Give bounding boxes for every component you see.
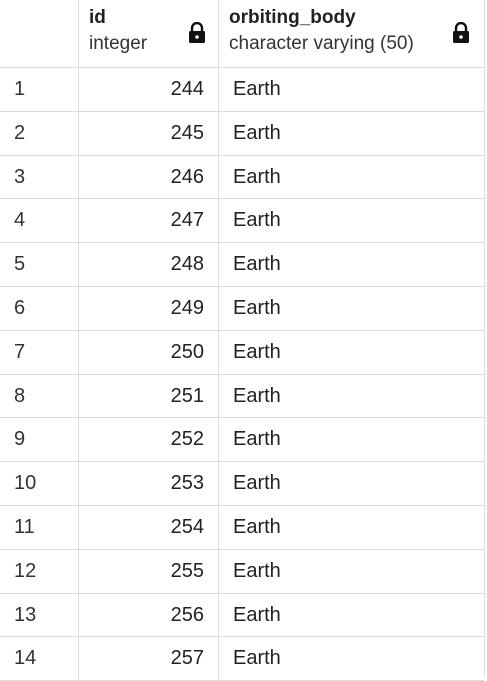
- row-number[interactable]: 12: [0, 549, 79, 593]
- table-row[interactable]: 7 250 Earth: [0, 330, 484, 375]
- cell-id[interactable]: 254: [79, 505, 219, 549]
- cell-orbiting-body[interactable]: Earth: [219, 462, 484, 505]
- table-row[interactable]: 1 244 Earth: [0, 68, 484, 112]
- row-number[interactable]: 5: [0, 243, 79, 286]
- column-name: orbiting_body: [229, 7, 356, 28]
- table-row[interactable]: 10 253 Earth: [0, 462, 484, 506]
- cell-orbiting-body[interactable]: Earth: [219, 375, 484, 418]
- cell-id[interactable]: 251: [79, 374, 219, 418]
- row-number[interactable]: 14: [0, 637, 79, 681]
- row-number[interactable]: 2: [0, 111, 79, 155]
- row-number[interactable]: 10: [0, 462, 79, 505]
- grid-header: id integer orbiting_body character varyi…: [0, 0, 484, 68]
- table-row[interactable]: 11 254 Earth: [0, 505, 484, 550]
- cell-id[interactable]: 246: [79, 155, 219, 199]
- row-number[interactable]: 9: [0, 418, 79, 462]
- row-number[interactable]: 6: [0, 286, 79, 330]
- cell-orbiting-body[interactable]: Earth: [219, 637, 484, 680]
- cell-orbiting-body[interactable]: Earth: [219, 418, 484, 461]
- cell-orbiting-body[interactable]: Earth: [219, 331, 484, 374]
- cell-id[interactable]: 248: [79, 243, 219, 286]
- grid-body: 1 244 Earth 2 245 Earth 3 246 Earth 4 24…: [0, 68, 484, 681]
- table-row[interactable]: 6 249 Earth: [0, 286, 484, 331]
- cell-id[interactable]: 247: [79, 199, 219, 243]
- cell-orbiting-body[interactable]: Earth: [219, 243, 484, 286]
- row-number[interactable]: 4: [0, 199, 79, 243]
- row-number[interactable]: 11: [0, 505, 79, 549]
- row-number-header[interactable]: [0, 0, 79, 67]
- lock-icon: [189, 22, 205, 43]
- cell-id[interactable]: 250: [79, 330, 219, 374]
- row-number[interactable]: 7: [0, 330, 79, 374]
- lock-icon: [453, 22, 469, 43]
- cell-id[interactable]: 245: [79, 111, 219, 155]
- cell-id[interactable]: 257: [79, 637, 219, 681]
- cell-orbiting-body[interactable]: Earth: [219, 156, 484, 199]
- table-row[interactable]: 14 257 Earth: [0, 637, 484, 681]
- cell-id[interactable]: 244: [79, 68, 219, 111]
- cell-orbiting-body[interactable]: Earth: [219, 68, 484, 111]
- cell-id[interactable]: 249: [79, 286, 219, 330]
- cell-orbiting-body[interactable]: Earth: [219, 506, 484, 549]
- table-row[interactable]: 2 245 Earth: [0, 111, 484, 156]
- cell-orbiting-body[interactable]: Earth: [219, 112, 484, 155]
- cell-orbiting-body[interactable]: Earth: [219, 594, 484, 637]
- cell-id[interactable]: 253: [79, 462, 219, 505]
- cell-orbiting-body[interactable]: Earth: [219, 550, 484, 593]
- row-number[interactable]: 8: [0, 374, 79, 418]
- table-row[interactable]: 13 256 Earth: [0, 593, 484, 638]
- cell-orbiting-body[interactable]: Earth: [219, 287, 484, 330]
- cell-orbiting-body[interactable]: Earth: [219, 199, 484, 242]
- cell-id[interactable]: 256: [79, 593, 219, 637]
- table-row[interactable]: 9 252 Earth: [0, 418, 484, 463]
- cell-id[interactable]: 255: [79, 549, 219, 593]
- table-row[interactable]: 3 246 Earth: [0, 155, 484, 200]
- table-row[interactable]: 8 251 Earth: [0, 374, 484, 419]
- column-type: character varying (50): [229, 33, 414, 54]
- row-number[interactable]: 3: [0, 155, 79, 199]
- column-header-id[interactable]: id integer: [79, 0, 219, 67]
- table-row[interactable]: 12 255 Earth: [0, 549, 484, 594]
- cell-id[interactable]: 252: [79, 418, 219, 462]
- data-grid: id integer orbiting_body character varyi…: [0, 0, 485, 681]
- column-header-orbiting-body[interactable]: orbiting_body character varying (50): [219, 0, 484, 67]
- table-row[interactable]: 5 248 Earth: [0, 243, 484, 287]
- row-number[interactable]: 1: [0, 68, 79, 111]
- row-number[interactable]: 13: [0, 593, 79, 637]
- table-row[interactable]: 4 247 Earth: [0, 199, 484, 244]
